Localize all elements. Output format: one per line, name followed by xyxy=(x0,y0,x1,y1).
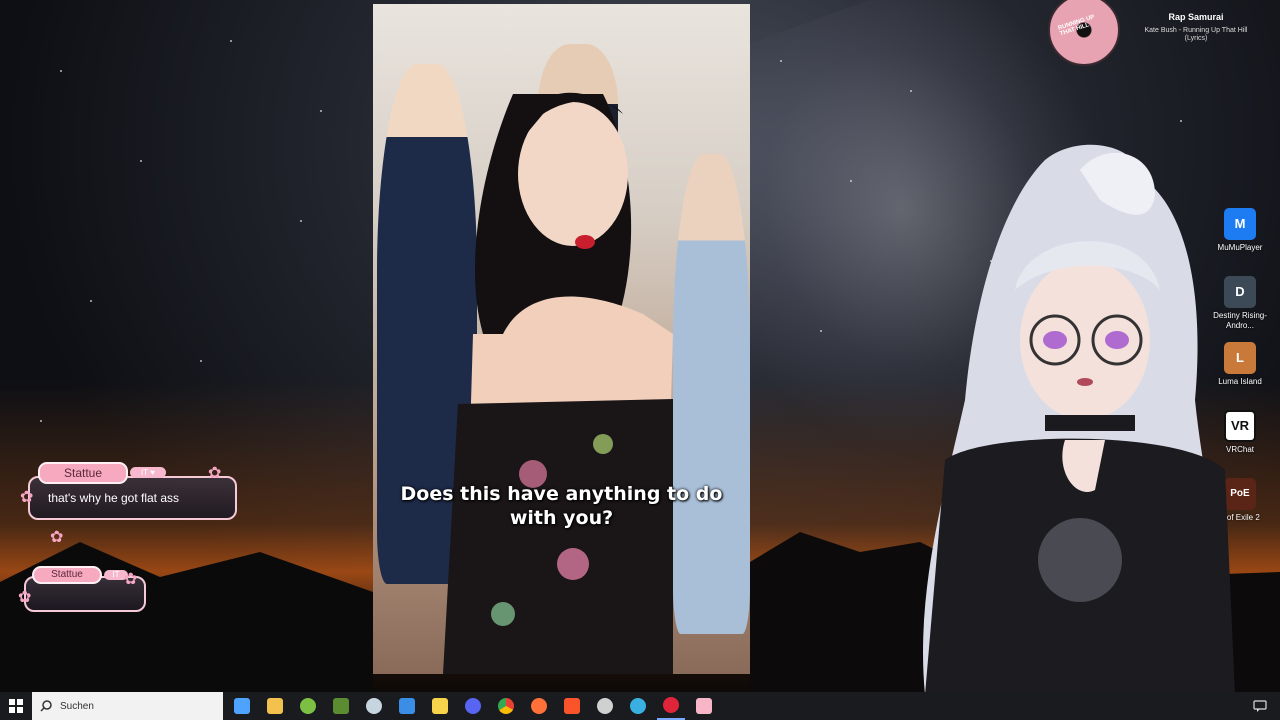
flower-icon: ✿ xyxy=(124,571,138,588)
pink-app-icon xyxy=(696,698,712,714)
window-icon xyxy=(399,698,415,714)
chat-message: Stattue IT ✿ ✿ xyxy=(18,564,148,614)
flower-icon: ✿ xyxy=(20,489,34,506)
start-button[interactable] xyxy=(0,692,32,720)
chat-bubble-icon xyxy=(1253,700,1267,712)
taskbar-app-minecraft[interactable] xyxy=(327,692,355,720)
android-icon xyxy=(300,698,316,714)
search-placeholder: Suchen xyxy=(60,700,94,712)
notification-button[interactable] xyxy=(1240,700,1280,712)
taskbar-app-discord[interactable] xyxy=(459,692,487,720)
taskbar-app-g[interactable] xyxy=(426,692,454,720)
taskbar-app-obs[interactable] xyxy=(591,692,619,720)
chat-username: Stattue xyxy=(32,566,102,584)
taskbar: Suchen xyxy=(0,692,1280,720)
taskbar-app-steam[interactable] xyxy=(360,692,388,720)
flower-icon: ✿ xyxy=(18,589,32,606)
taskbar-app-swirl[interactable] xyxy=(624,692,652,720)
search-icon xyxy=(40,700,52,712)
chrome-icon xyxy=(498,698,514,714)
now-playing-widget: RUNNING UP THAT HILL Rap Samurai Kate Bu… xyxy=(1040,0,1280,66)
main-actress xyxy=(443,92,673,674)
taskbar-app-chrome[interactable] xyxy=(492,692,520,720)
flower-icon: ✿ xyxy=(50,529,64,546)
chat-badge: IT ♥ xyxy=(130,467,166,478)
chat-message: Stattue IT ♥ that's why he got flat ass … xyxy=(18,460,238,546)
vtuber-avatar xyxy=(923,144,1235,695)
taskbar-app-explorer[interactable] xyxy=(261,692,289,720)
flower-icon: ✿ xyxy=(208,465,222,482)
taskbar-app-android[interactable] xyxy=(294,692,322,720)
music-title: Rap Samurai xyxy=(1168,12,1224,22)
minecraft-icon xyxy=(333,698,349,714)
music-subtitle: Kate Bush - Running Up That Hill (Lyrics… xyxy=(1144,27,1248,42)
taskbar-app-brave[interactable] xyxy=(558,692,586,720)
swirl-app-icon xyxy=(630,698,646,714)
taskbar-search[interactable]: Suchen xyxy=(32,692,223,720)
windows-logo-icon xyxy=(9,699,23,713)
discord-icon xyxy=(465,698,481,714)
chat-username: Stattue xyxy=(38,462,128,484)
g-app-icon xyxy=(432,698,448,714)
taskbar-app-widgets[interactable] xyxy=(228,692,256,720)
chat-text: that's why he got flat ass xyxy=(48,491,180,505)
brave-icon xyxy=(564,698,580,714)
opera-icon xyxy=(663,697,679,713)
firefox-icon xyxy=(531,698,547,714)
taskbar-app-opera[interactable] xyxy=(657,692,685,720)
taskbar-app-pink[interactable] xyxy=(690,692,718,720)
video-subtitle: Does this have anything to do with you? xyxy=(400,483,723,529)
taskbar-app-firefox[interactable] xyxy=(525,692,553,720)
taskbar-app-window[interactable] xyxy=(393,692,421,720)
video-panel[interactable]: Does this have anything to do with you? xyxy=(373,4,750,674)
steam-icon xyxy=(366,698,382,714)
obs-icon xyxy=(597,698,613,714)
widgets-icon xyxy=(234,698,250,714)
file-explorer-icon xyxy=(267,698,283,714)
